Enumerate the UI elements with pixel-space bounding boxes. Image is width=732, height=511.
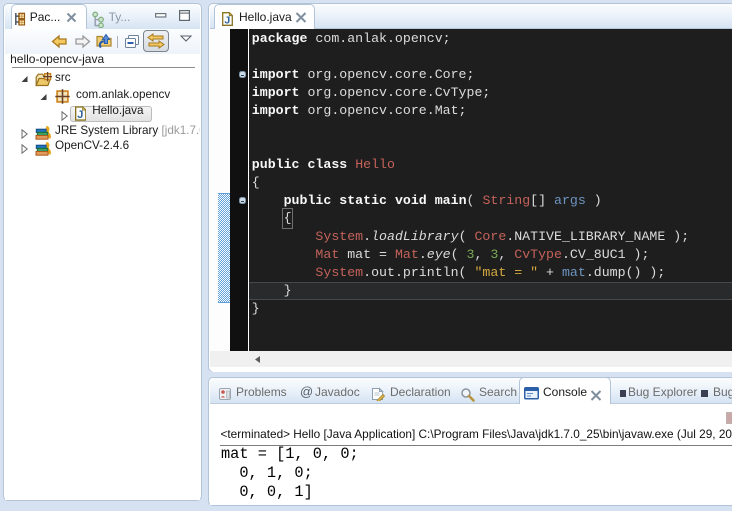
svg-text:J: J [77, 109, 83, 121]
svg-text:J: J [224, 14, 230, 26]
